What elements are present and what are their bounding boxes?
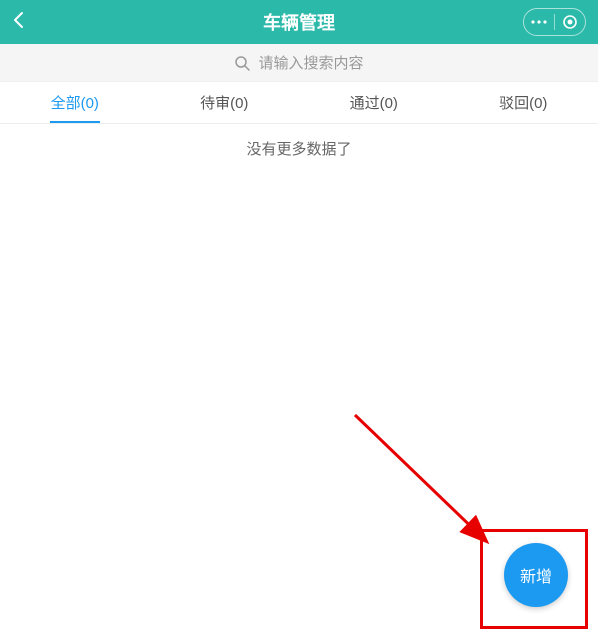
content-area: 没有更多数据了 [0, 124, 598, 159]
tab-label: 全部(0) [51, 95, 99, 112]
search-placeholder: 请输入搜索内容 [258, 52, 363, 73]
annotation-arrow [350, 410, 520, 560]
tab-label: 驳回(0) [499, 95, 547, 112]
tab-rejected[interactable]: 驳回(0) [449, 82, 598, 123]
back-icon[interactable] [12, 11, 24, 34]
header-left [12, 11, 82, 34]
tab-label: 待审(0) [200, 95, 248, 112]
page-title: 车辆管理 [82, 9, 516, 35]
search-icon [234, 55, 250, 71]
status-tabs: 全部(0) 待审(0) 通过(0) 驳回(0) [0, 82, 598, 124]
header-right [516, 8, 586, 36]
tab-approved[interactable]: 通过(0) [299, 82, 449, 123]
miniprogram-capsule [523, 8, 586, 36]
empty-state-text: 没有更多数据了 [0, 138, 598, 159]
app-header: 车辆管理 [0, 0, 598, 44]
tab-label: 通过(0) [350, 95, 398, 112]
add-button[interactable]: 新增 [504, 543, 568, 607]
more-icon[interactable] [524, 8, 554, 36]
close-icon[interactable] [555, 8, 585, 36]
search-bar[interactable]: 请输入搜索内容 [0, 44, 598, 82]
tab-all[interactable]: 全部(0) [0, 82, 150, 123]
add-button-label: 新增 [520, 563, 552, 587]
tab-pending[interactable]: 待审(0) [150, 82, 300, 123]
